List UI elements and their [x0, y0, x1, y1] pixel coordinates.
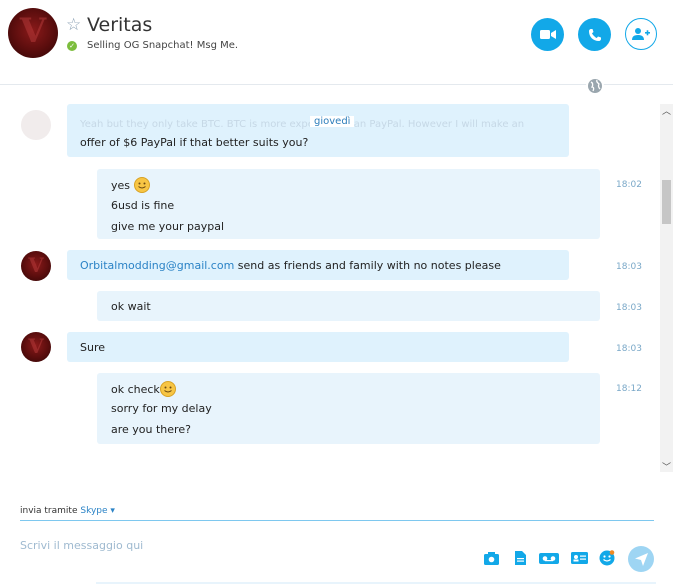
conversation-area: Yeah but they only take BTC. BTC is more… [0, 96, 660, 476]
message-input[interactable]: Scrivi il messaggio qui [20, 539, 143, 552]
contact-avatar[interactable]: V [8, 8, 58, 58]
send-image-icon[interactable] [483, 550, 499, 566]
send-via-service[interactable]: Skype [80, 506, 107, 516]
favorite-star-icon[interactable]: ☆ [66, 15, 81, 35]
video-message-icon[interactable] [539, 550, 559, 566]
message-timestamp: 18:03 [616, 303, 642, 313]
send-file-icon[interactable] [512, 550, 528, 566]
message-text: are you there? [111, 423, 191, 436]
scroll-down-arrow-icon[interactable]: ﹀ [662, 460, 671, 473]
add-participant-button[interactable] [625, 18, 657, 50]
message-text: Sure [80, 341, 106, 354]
message-bubble[interactable]: ok wait [97, 291, 600, 321]
contact-mood-message: Selling OG Snapchat! Msg Me. [87, 40, 239, 51]
voice-call-button[interactable] [578, 18, 611, 51]
chevron-down-icon[interactable]: ▾ [108, 506, 115, 516]
message-text: yes [111, 179, 131, 192]
contact-avatar-small: V [21, 332, 51, 362]
chat-scrollbar[interactable] [660, 104, 673, 472]
message-text: send as friends and family with no notes… [234, 259, 501, 272]
day-divider: giovedì [310, 116, 355, 127]
contact-avatar-small [21, 110, 51, 140]
send-arrow-icon [634, 552, 648, 566]
message-bubble[interactable]: Orbitalmodding@gmail.com send as friends… [67, 250, 569, 280]
message-text-faded: Yeah but they only take BTC. BTC is more… [80, 119, 525, 130]
scrollbar-thumb[interactable] [662, 180, 671, 224]
online-status-icon: ✓ [67, 41, 77, 51]
email-link[interactable]: Orbitalmodding@gmail.com [80, 259, 234, 272]
send-contact-icon[interactable] [570, 550, 588, 566]
smiley-emoji-icon [159, 381, 176, 397]
message-bubble[interactable]: Sure [67, 332, 569, 362]
compose-divider [20, 520, 654, 521]
message-text: ok wait [111, 300, 151, 313]
add-person-icon [632, 28, 650, 40]
contact-avatar-small: V [21, 251, 51, 281]
bottom-edge [96, 582, 656, 584]
phone-icon [588, 28, 601, 41]
message-timestamp: 18:03 [616, 262, 642, 272]
message-timestamp: 18:03 [616, 344, 642, 354]
message-timestamp: 18:02 [616, 180, 642, 190]
message-bubble[interactable]: ok check sorry for my delay are you ther… [97, 373, 600, 444]
message-bubble[interactable]: Yeah but they only take BTC. BTC is more… [67, 104, 569, 157]
message-text: sorry for my delay [111, 402, 212, 415]
send-via-selector[interactable]: invia tramite Skype ▾ [20, 506, 115, 516]
video-camera-icon [539, 30, 556, 39]
globe-icon[interactable] [586, 77, 604, 95]
video-call-button[interactable] [531, 18, 564, 51]
message-bubble[interactable]: yes 6usd is fine give me your paypal [97, 169, 600, 239]
send-message-button[interactable] [628, 546, 654, 572]
message-timestamp: 18:12 [616, 384, 642, 394]
contact-name[interactable]: Veritas [87, 14, 152, 36]
scroll-up-arrow-icon[interactable]: ︿ [662, 104, 671, 117]
message-text: give me your paypal [111, 220, 225, 233]
chat-header: V ☆ Veritas ✓ Selling OG Snapchat! Msg M… [0, 0, 673, 85]
message-text: ok check [111, 383, 160, 396]
smiley-emoji-icon [133, 177, 150, 193]
message-text: 6usd is fine [111, 199, 175, 212]
emoticon-icon[interactable] [599, 550, 615, 566]
message-text: offer of $6 PayPal if that better suits … [80, 136, 309, 149]
